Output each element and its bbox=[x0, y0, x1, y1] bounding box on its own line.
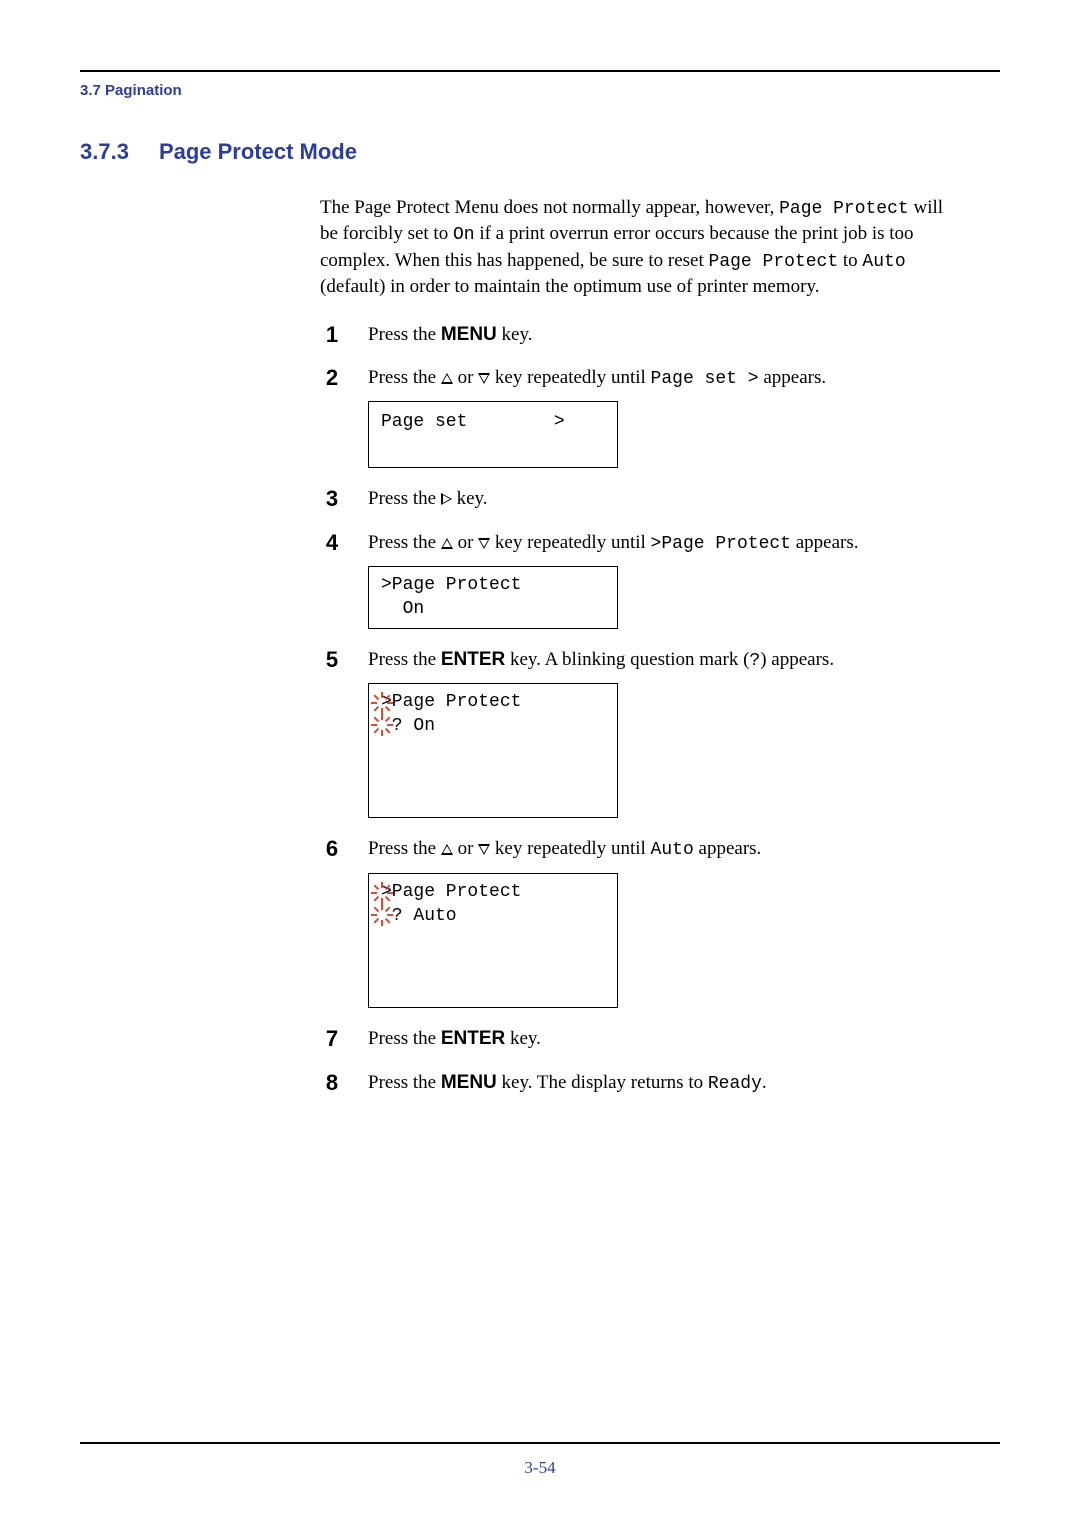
step-text: Press the bbox=[368, 367, 441, 388]
up-arrow-icon bbox=[441, 844, 453, 855]
page-number: 3-54 bbox=[80, 1458, 1000, 1478]
step-number: 5 bbox=[320, 649, 344, 671]
step-body: Press the key. bbox=[368, 486, 488, 512]
lcd-display: >Page Protect ? Auto bbox=[368, 873, 618, 1008]
lcd-display: >Page Protect ? On bbox=[368, 683, 618, 818]
step-text: Press the bbox=[368, 324, 441, 345]
down-arrow-icon bbox=[478, 373, 490, 384]
key-label: MENU bbox=[441, 324, 497, 345]
lcd-display: >Page Protect On bbox=[368, 566, 618, 629]
intro-text: (default) in order to maintain the optim… bbox=[320, 276, 820, 297]
step-code: Page set > bbox=[651, 369, 759, 389]
step-3: 3 Press the key. bbox=[320, 486, 1000, 512]
step-text: Press the bbox=[368, 488, 441, 509]
footer: 3-54 bbox=[80, 1442, 1000, 1478]
blink-cursor-icon bbox=[371, 882, 393, 904]
step-text: Press the bbox=[368, 1072, 441, 1093]
step-code: Ready bbox=[708, 1074, 762, 1094]
step-number: 2 bbox=[320, 367, 344, 389]
step-text: Press the bbox=[368, 1028, 441, 1049]
step-text: key. bbox=[452, 488, 488, 509]
intro-code: Page Protect bbox=[779, 199, 909, 219]
step-text: appears. bbox=[759, 367, 827, 388]
up-arrow-icon bbox=[441, 373, 453, 384]
section-number: 3.7.3 bbox=[80, 139, 129, 165]
intro-paragraph: The Page Protect Menu does not normally … bbox=[320, 195, 950, 300]
blink-cursor-icon bbox=[371, 692, 393, 714]
step-body: Press the or key repeatedly until Auto a… bbox=[368, 836, 761, 1008]
blink-cursor-icon bbox=[371, 714, 393, 736]
intro-text: The Page Protect Menu does not normally … bbox=[320, 197, 779, 218]
down-arrow-icon bbox=[478, 844, 490, 855]
step-body: Press the ENTER key. A blinking question… bbox=[368, 647, 834, 819]
key-label: ENTER bbox=[441, 1028, 505, 1049]
step-text: appears. bbox=[694, 838, 762, 859]
step-text: key repeatedly until bbox=[490, 838, 650, 859]
intro-code: Page Protect bbox=[709, 252, 839, 272]
right-arrow-icon bbox=[441, 493, 452, 505]
step-number: 3 bbox=[320, 488, 344, 510]
step-code: >Page Protect bbox=[651, 534, 791, 554]
step-number: 8 bbox=[320, 1072, 344, 1094]
step-code: Auto bbox=[651, 840, 694, 860]
step-number: 6 bbox=[320, 838, 344, 860]
intro-code: On bbox=[453, 225, 475, 245]
section-heading: 3.7.3 Page Protect Mode bbox=[80, 139, 1000, 165]
step-6: 6 Press the or key repeatedly until Auto… bbox=[320, 836, 1000, 1008]
step-2: 2 Press the or key repeatedly until Page… bbox=[320, 365, 1000, 468]
step-text: Press the bbox=[368, 649, 441, 670]
step-text: Press the bbox=[368, 532, 441, 553]
step-text: key. The display returns to bbox=[497, 1072, 708, 1093]
top-rule bbox=[80, 70, 1000, 72]
step-4: 4 Press the or key repeatedly until >Pag… bbox=[320, 530, 1000, 629]
steps-list: 1 Press the MENU key. 2 Press the or key… bbox=[320, 322, 1000, 1097]
step-text: or bbox=[453, 532, 478, 553]
step-body: Press the or key repeatedly until Page s… bbox=[368, 365, 826, 468]
step-text: or bbox=[453, 838, 478, 859]
step-8: 8 Press the MENU key. The display return… bbox=[320, 1070, 1000, 1096]
step-body: Press the or key repeatedly until >Page … bbox=[368, 530, 859, 629]
step-text: key repeatedly until bbox=[490, 532, 650, 553]
down-arrow-icon bbox=[478, 538, 490, 549]
step-body: Press the MENU key. The display returns … bbox=[368, 1070, 767, 1096]
step-text: key. A blinking question mark ( bbox=[505, 649, 749, 670]
intro-text: to bbox=[838, 250, 862, 271]
step-5: 5 Press the ENTER key. A blinking questi… bbox=[320, 647, 1000, 819]
step-text: key. bbox=[505, 1028, 541, 1049]
step-body: Press the ENTER key. bbox=[368, 1026, 541, 1052]
step-text: Press the bbox=[368, 838, 441, 859]
key-label: ENTER bbox=[441, 649, 505, 670]
step-number: 7 bbox=[320, 1028, 344, 1050]
lcd-display: Page set > bbox=[368, 401, 618, 468]
step-1: 1 Press the MENU key. bbox=[320, 322, 1000, 348]
step-text: key. bbox=[497, 324, 533, 345]
footer-rule bbox=[80, 1442, 1000, 1444]
step-number: 4 bbox=[320, 532, 344, 554]
up-arrow-icon bbox=[441, 538, 453, 549]
blink-cursor-icon bbox=[371, 904, 393, 926]
step-text: key repeatedly until bbox=[490, 367, 650, 388]
intro-code: Auto bbox=[862, 252, 905, 272]
breadcrumb: 3.7 Pagination bbox=[80, 82, 1000, 99]
step-text: or bbox=[453, 367, 478, 388]
step-text: appears. bbox=[791, 532, 859, 553]
step-text: ) appears. bbox=[760, 649, 834, 670]
section-title: Page Protect Mode bbox=[159, 139, 357, 165]
step-text: . bbox=[762, 1072, 767, 1093]
step-body: Press the MENU key. bbox=[368, 322, 532, 348]
key-label: MENU bbox=[441, 1072, 497, 1093]
step-number: 1 bbox=[320, 324, 344, 346]
step-7: 7 Press the ENTER key. bbox=[320, 1026, 1000, 1052]
page-content: 3.7 Pagination 3.7.3 Page Protect Mode T… bbox=[0, 0, 1080, 1146]
step-code: ? bbox=[749, 651, 760, 671]
